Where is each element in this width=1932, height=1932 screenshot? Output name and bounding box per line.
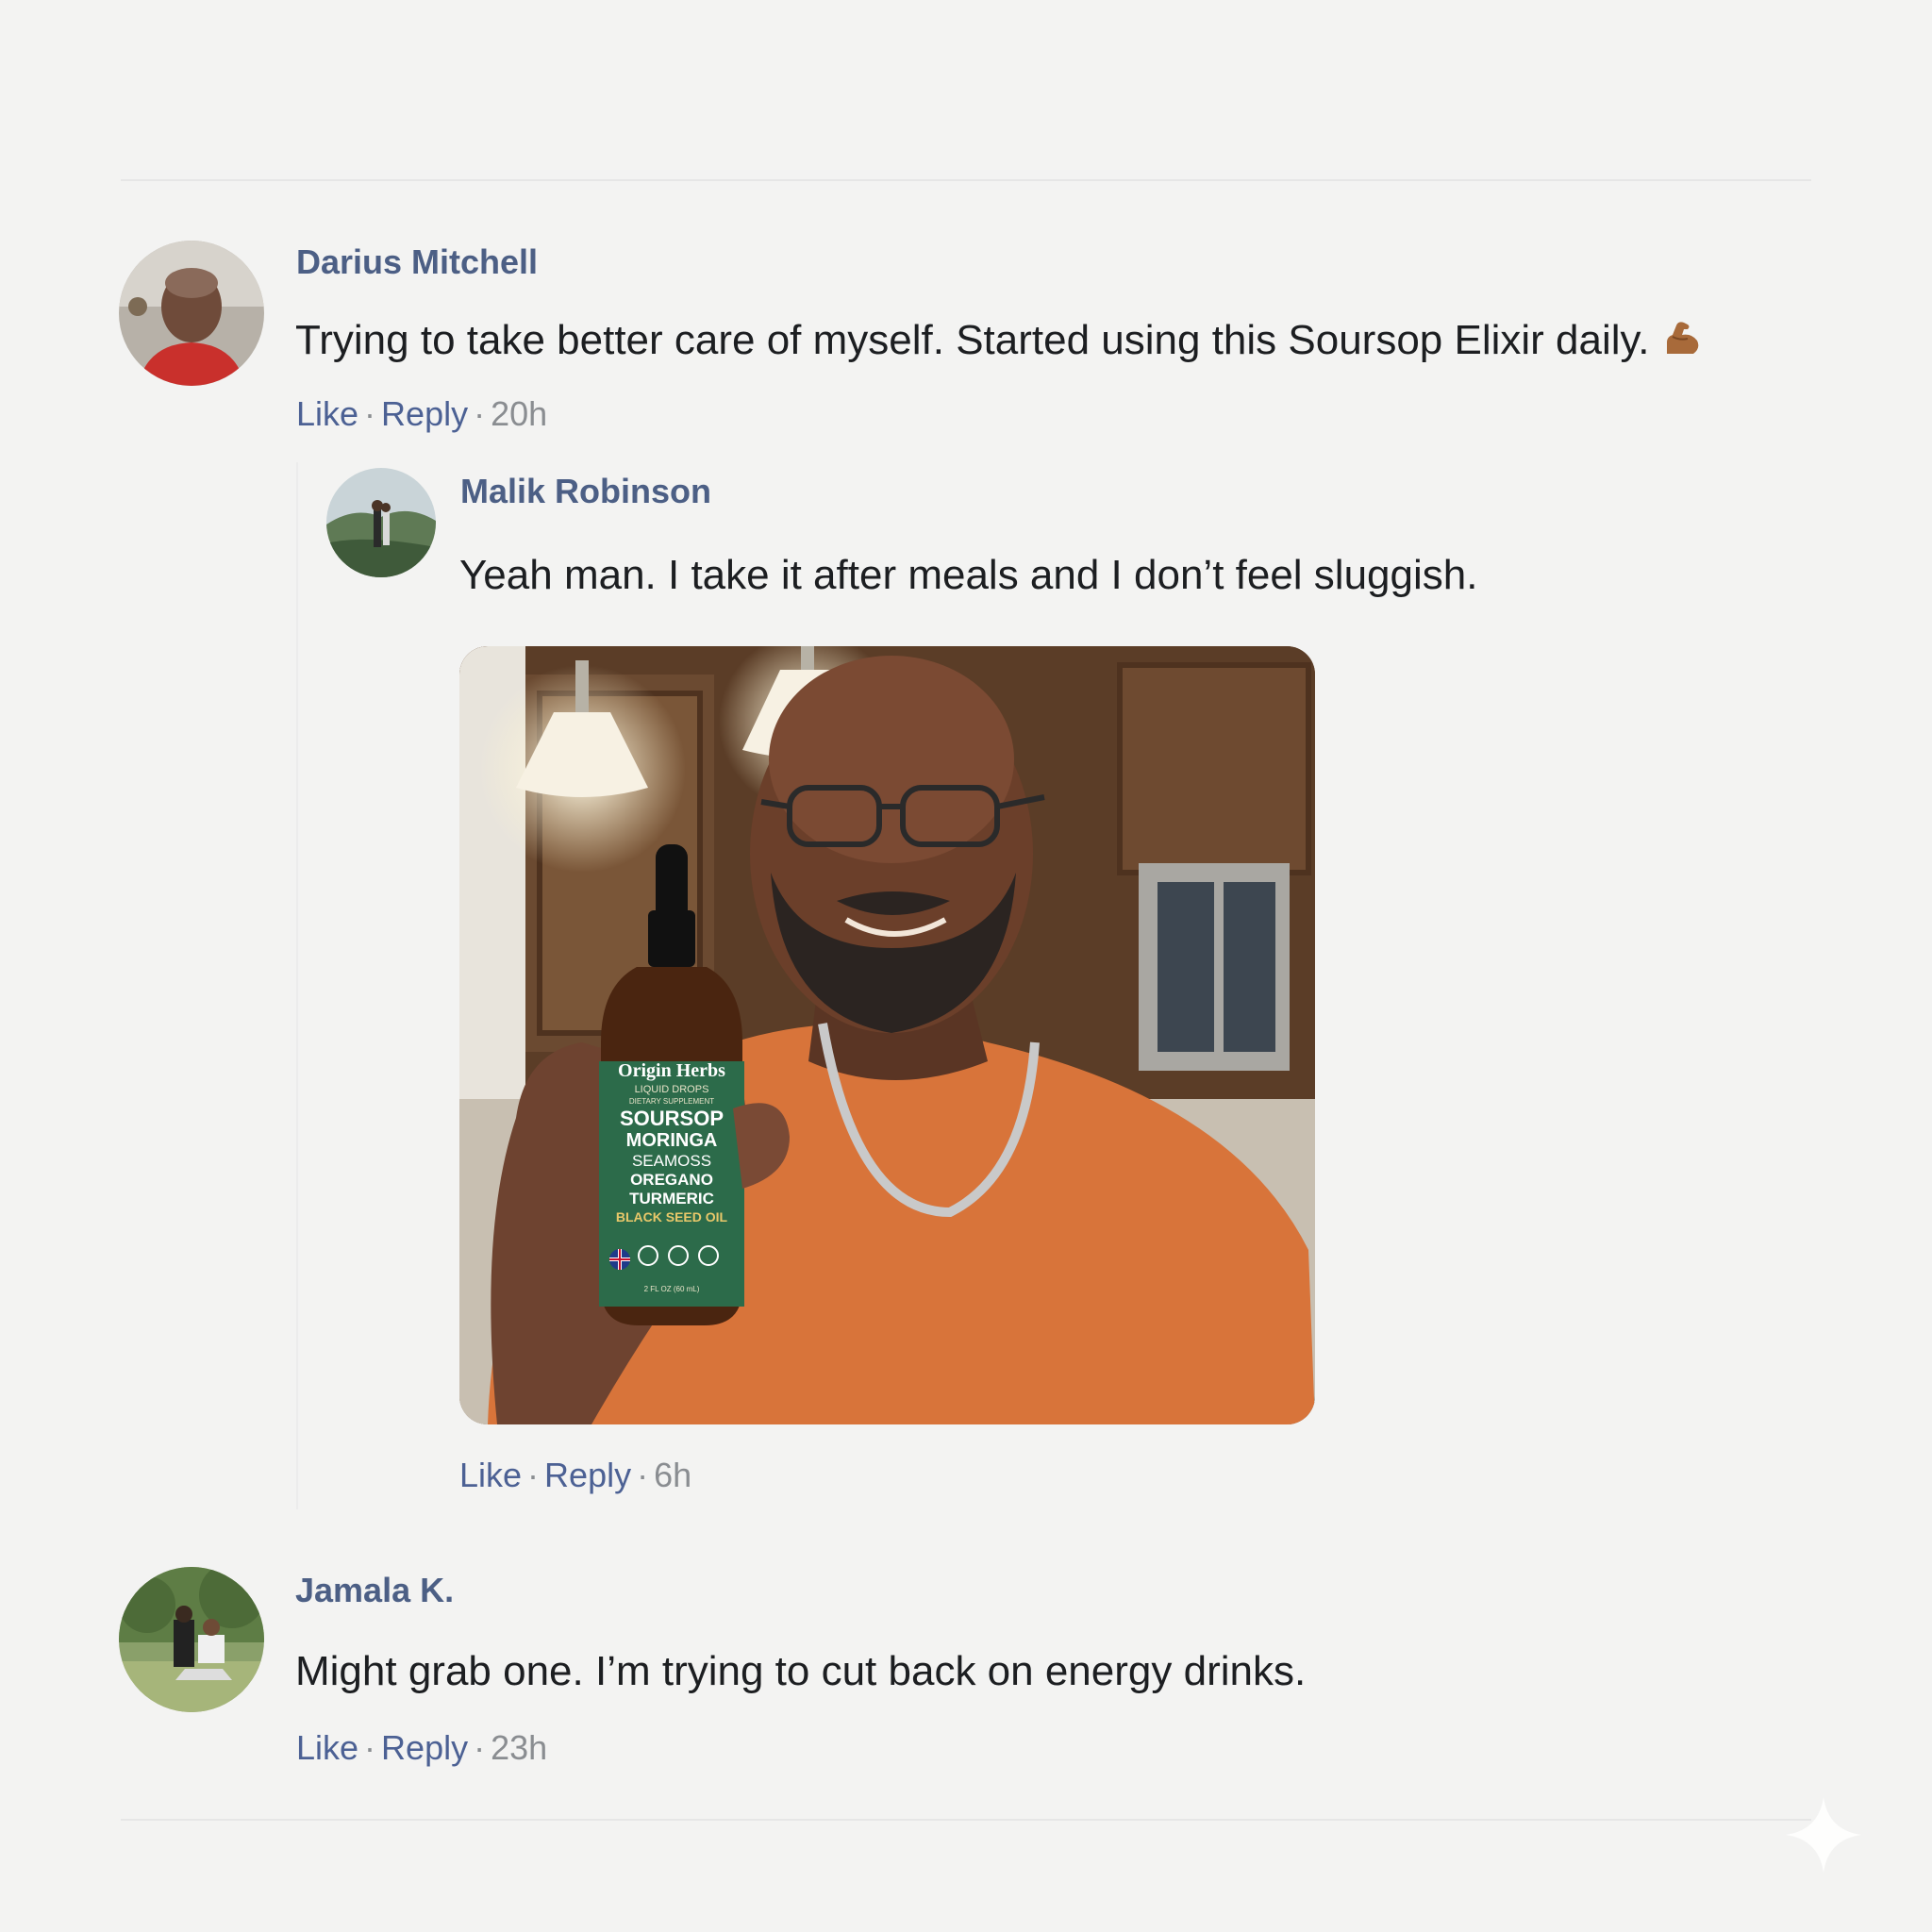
bottle-highlight: BLACK SEED OIL bbox=[616, 1209, 728, 1224]
like-button[interactable]: Like bbox=[459, 1456, 522, 1494]
comment-author[interactable]: Jamala K. bbox=[295, 1570, 454, 1611]
separator: · bbox=[364, 394, 376, 433]
bottle-line1: LIQUID DROPS bbox=[635, 1084, 709, 1095]
separator: · bbox=[474, 1728, 486, 1767]
avatar-jamala-image bbox=[119, 1567, 264, 1712]
separator: · bbox=[474, 394, 486, 433]
reply-author[interactable]: Malik Robinson bbox=[460, 471, 711, 512]
comment-actions: Like · Reply · 20h bbox=[296, 393, 547, 435]
reply-actions: Like · Reply · 6h bbox=[459, 1455, 691, 1496]
like-button[interactable]: Like bbox=[296, 394, 358, 433]
avatar-malik-image bbox=[326, 468, 436, 577]
reply-button[interactable]: Reply bbox=[381, 394, 468, 433]
timestamp[interactable]: 6h bbox=[654, 1456, 691, 1494]
reply-button[interactable]: Reply bbox=[544, 1456, 631, 1494]
bottom-divider bbox=[121, 1819, 1811, 1821]
comment-text: Trying to take better care of myself. St… bbox=[295, 314, 1703, 373]
separator: · bbox=[527, 1456, 540, 1494]
comment-text-content: Trying to take better care of myself. St… bbox=[295, 317, 1650, 363]
timestamp[interactable]: 20h bbox=[491, 394, 547, 433]
avatar-malik[interactable] bbox=[326, 468, 436, 577]
comment-author[interactable]: Darius Mitchell bbox=[296, 242, 538, 283]
sparkle-icon bbox=[1781, 1792, 1866, 1882]
like-button[interactable]: Like bbox=[296, 1728, 358, 1767]
top-divider bbox=[121, 179, 1811, 181]
separator: · bbox=[364, 1728, 376, 1767]
man-holding-bottle-photo: Origin Herbs LIQUID DROPS DIETARY SUPPLE… bbox=[459, 646, 1315, 1424]
timestamp[interactable]: 23h bbox=[491, 1728, 547, 1767]
avatar-darius-image bbox=[119, 241, 264, 386]
comment-actions: Like · Reply · 23h bbox=[296, 1727, 547, 1769]
avatar-darius[interactable] bbox=[119, 241, 264, 386]
reply-photo[interactable]: Origin Herbs LIQUID DROPS DIETARY SUPPLE… bbox=[459, 646, 1315, 1424]
avatar-jamala[interactable] bbox=[119, 1567, 264, 1712]
bottle-ingredient-5: TURMERIC bbox=[629, 1190, 714, 1208]
reply-button[interactable]: Reply bbox=[381, 1728, 468, 1767]
reply-thread-line bbox=[296, 462, 298, 1509]
bottle-ingredient-2: MORINGA bbox=[626, 1130, 718, 1151]
bottle-ingredient-4: OREGANO bbox=[630, 1171, 713, 1189]
bottle-line2: DIETARY SUPPLEMENT bbox=[629, 1097, 714, 1106]
bottle-footer: 2 FL OZ (60 mL) bbox=[644, 1285, 700, 1293]
bottle-brand: Origin Herbs bbox=[618, 1060, 725, 1081]
comment-text: Might grab one. I’m trying to cut back o… bbox=[295, 1648, 1307, 1694]
reply-text: Yeah man. I take it after meals and I do… bbox=[459, 552, 1478, 598]
bottle-ingredient-3: SEAMOSS bbox=[632, 1152, 711, 1170]
flexed-biceps-icon bbox=[1659, 316, 1703, 373]
bottle-ingredient-1: SOURSOP bbox=[620, 1107, 724, 1130]
separator: · bbox=[637, 1456, 649, 1494]
